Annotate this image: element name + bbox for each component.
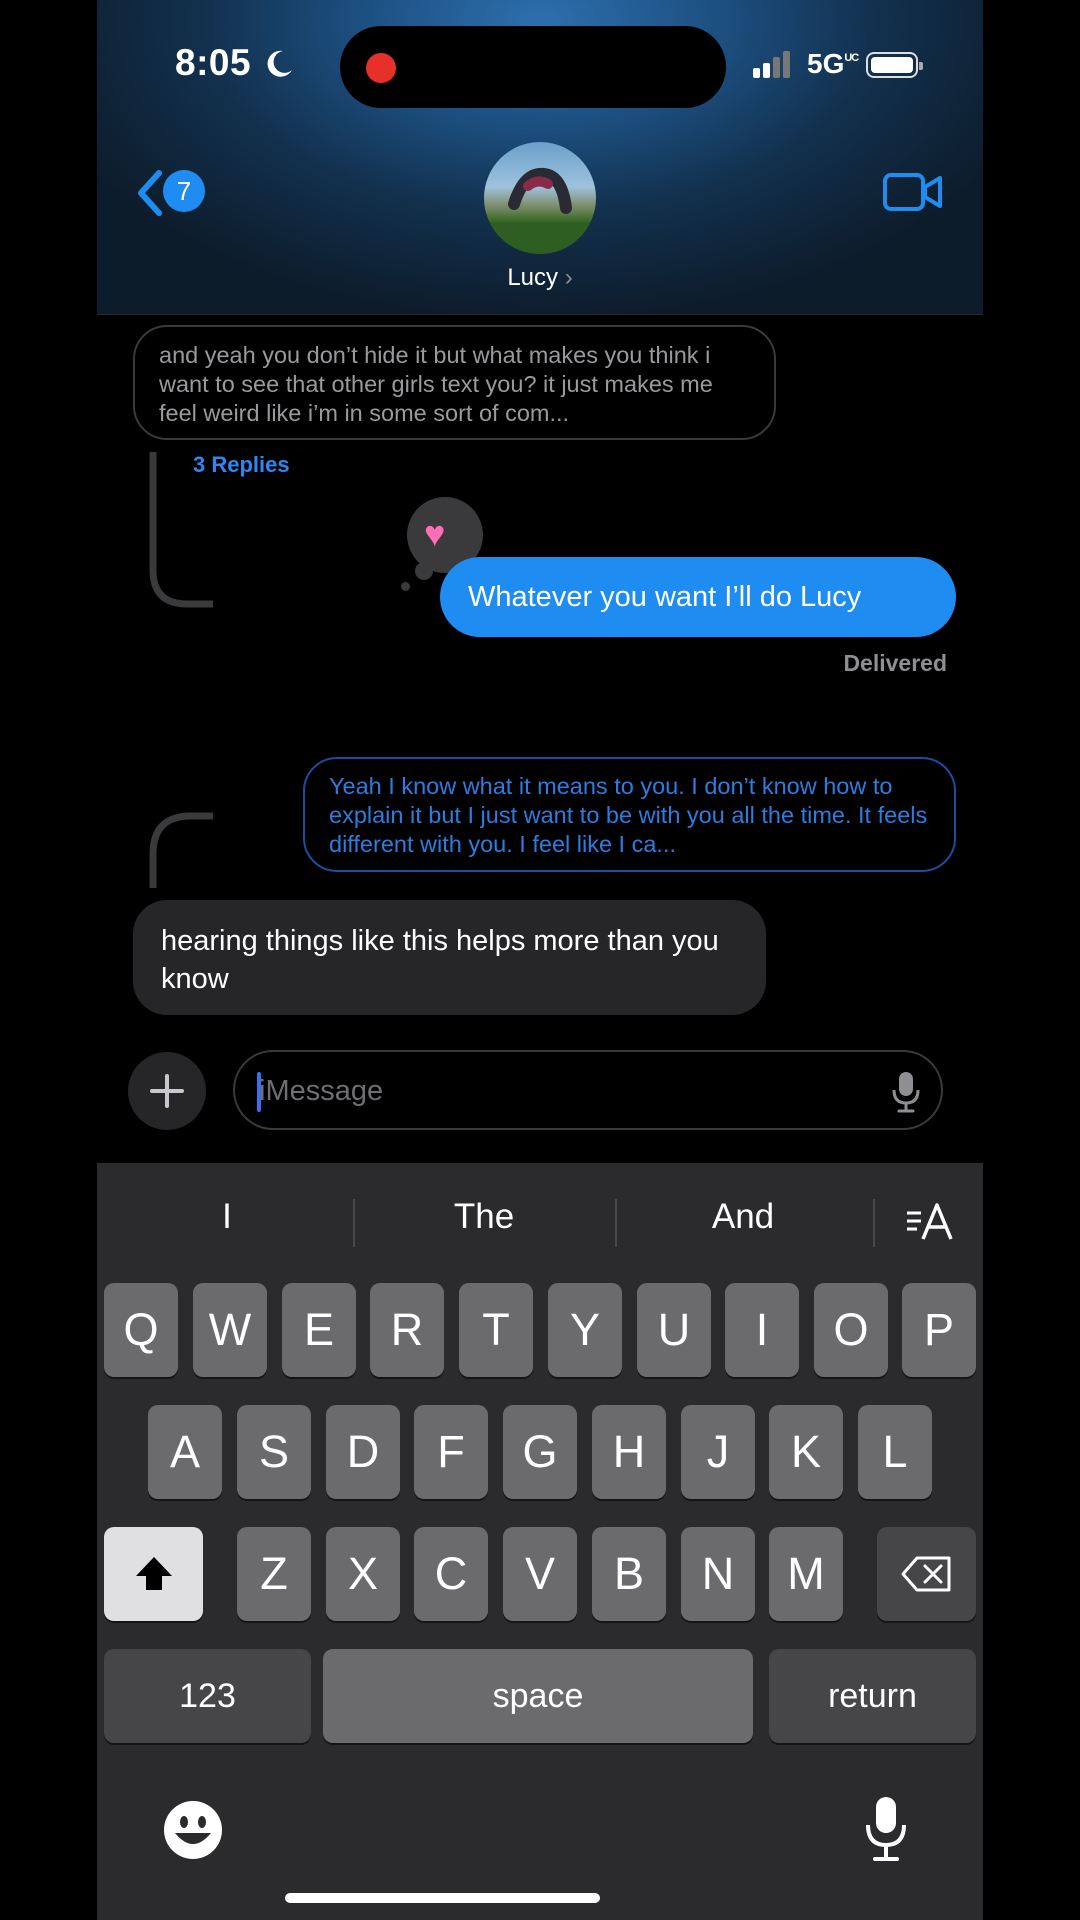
incoming-message[interactable]: hearing things like this helps more than… xyxy=(133,900,766,1015)
key-x[interactable]: X xyxy=(326,1527,400,1621)
key-m[interactable]: M xyxy=(769,1527,843,1621)
heart-reaction-icon: ♥ xyxy=(424,513,446,554)
key-r[interactable]: R xyxy=(370,1283,444,1377)
contact-name[interactable]: Lucy › xyxy=(97,264,983,292)
thread-line-bottom xyxy=(149,812,213,888)
thread-replies-link[interactable]: 3 Replies xyxy=(193,452,290,478)
key-y[interactable]: Y xyxy=(548,1283,622,1377)
key-v[interactable]: V xyxy=(503,1527,577,1621)
dictation-icon[interactable] xyxy=(863,1795,909,1863)
numbers-key[interactable]: 123 xyxy=(104,1649,311,1743)
keyboard: I The And Q W E R T Y U I O P A S D F G … xyxy=(97,1163,983,1920)
key-n[interactable]: N xyxy=(681,1527,755,1621)
plus-icon xyxy=(150,1074,184,1108)
conversation-header: 8:05 5GUC 7 Lucy › xyxy=(97,0,983,315)
key-t[interactable]: T xyxy=(459,1283,533,1377)
key-i[interactable]: I xyxy=(725,1283,799,1377)
predictive-bar: I The And xyxy=(97,1163,983,1279)
key-q[interactable]: Q xyxy=(104,1283,178,1377)
text-format-icon[interactable] xyxy=(905,1199,955,1245)
text-caret xyxy=(257,1072,261,1112)
status-time: 8:05 xyxy=(175,42,252,83)
key-k[interactable]: K xyxy=(769,1405,843,1499)
suggestion-3[interactable]: And xyxy=(643,1197,843,1237)
signal-icon xyxy=(753,51,790,78)
shift-icon xyxy=(135,1557,172,1590)
return-key[interactable]: return xyxy=(769,1649,976,1743)
moon-icon xyxy=(267,50,292,77)
message-input-field[interactable] xyxy=(233,1050,943,1130)
key-w[interactable]: W xyxy=(193,1283,267,1377)
key-b[interactable]: B xyxy=(592,1527,666,1621)
delete-icon xyxy=(901,1556,950,1592)
message-input[interactable] xyxy=(257,1064,861,1118)
suggestion-2[interactable]: The xyxy=(384,1197,584,1237)
network-suffix: UC xyxy=(844,52,859,64)
key-u[interactable]: U xyxy=(637,1283,711,1377)
key-j[interactable]: J xyxy=(681,1405,755,1499)
recording-indicator xyxy=(366,53,396,83)
key-d[interactable]: D xyxy=(326,1405,400,1499)
suggestion-1[interactable]: I xyxy=(127,1197,327,1237)
key-h[interactable]: H xyxy=(592,1405,666,1499)
key-a[interactable]: A xyxy=(148,1405,222,1499)
contact-chevron-icon: › xyxy=(564,264,573,291)
battery-icon xyxy=(866,52,923,78)
outgoing-message-quoted[interactable]: Yeah I know what it means to you. I don’… xyxy=(303,757,956,872)
incoming-message-quoted[interactable]: and yeah you don’t hide it but what make… xyxy=(133,325,776,440)
network-type: 5GUC xyxy=(807,48,859,79)
emoji-icon[interactable] xyxy=(162,1799,224,1861)
dynamic-island xyxy=(340,26,726,108)
shift-key[interactable] xyxy=(104,1527,203,1621)
apps-plus-button[interactable] xyxy=(128,1052,206,1130)
video-call-icon[interactable] xyxy=(883,172,943,212)
key-z[interactable]: Z xyxy=(237,1527,311,1621)
back-chevron-icon xyxy=(138,170,162,216)
messages-screen: 8:05 5GUC 7 Lucy › and yeah you don’t hi… xyxy=(97,0,983,1920)
key-s[interactable]: S xyxy=(237,1405,311,1499)
delete-key[interactable] xyxy=(877,1527,976,1621)
avatar-photo xyxy=(484,167,596,254)
key-e[interactable]: E xyxy=(282,1283,356,1377)
delivery-status: Delivered xyxy=(843,650,947,676)
key-f[interactable]: F xyxy=(414,1405,488,1499)
reaction-tail-small xyxy=(401,582,410,591)
reaction-tail xyxy=(415,562,433,580)
space-key[interactable]: space xyxy=(323,1649,753,1743)
contact-avatar[interactable] xyxy=(484,142,596,254)
key-p[interactable]: P xyxy=(902,1283,976,1377)
suggestion-divider xyxy=(873,1199,875,1247)
unread-badge[interactable]: 7 xyxy=(163,170,205,212)
home-indicator[interactable] xyxy=(285,1893,600,1903)
key-c[interactable]: C xyxy=(414,1527,488,1621)
suggestion-divider xyxy=(353,1199,355,1247)
microphone-icon[interactable] xyxy=(891,1070,921,1114)
outgoing-message[interactable]: Whatever you want I’ll do Lucy xyxy=(440,557,956,637)
suggestion-divider xyxy=(615,1199,617,1247)
key-g[interactable]: G xyxy=(503,1405,577,1499)
key-o[interactable]: O xyxy=(814,1283,888,1377)
key-l[interactable]: L xyxy=(858,1405,932,1499)
